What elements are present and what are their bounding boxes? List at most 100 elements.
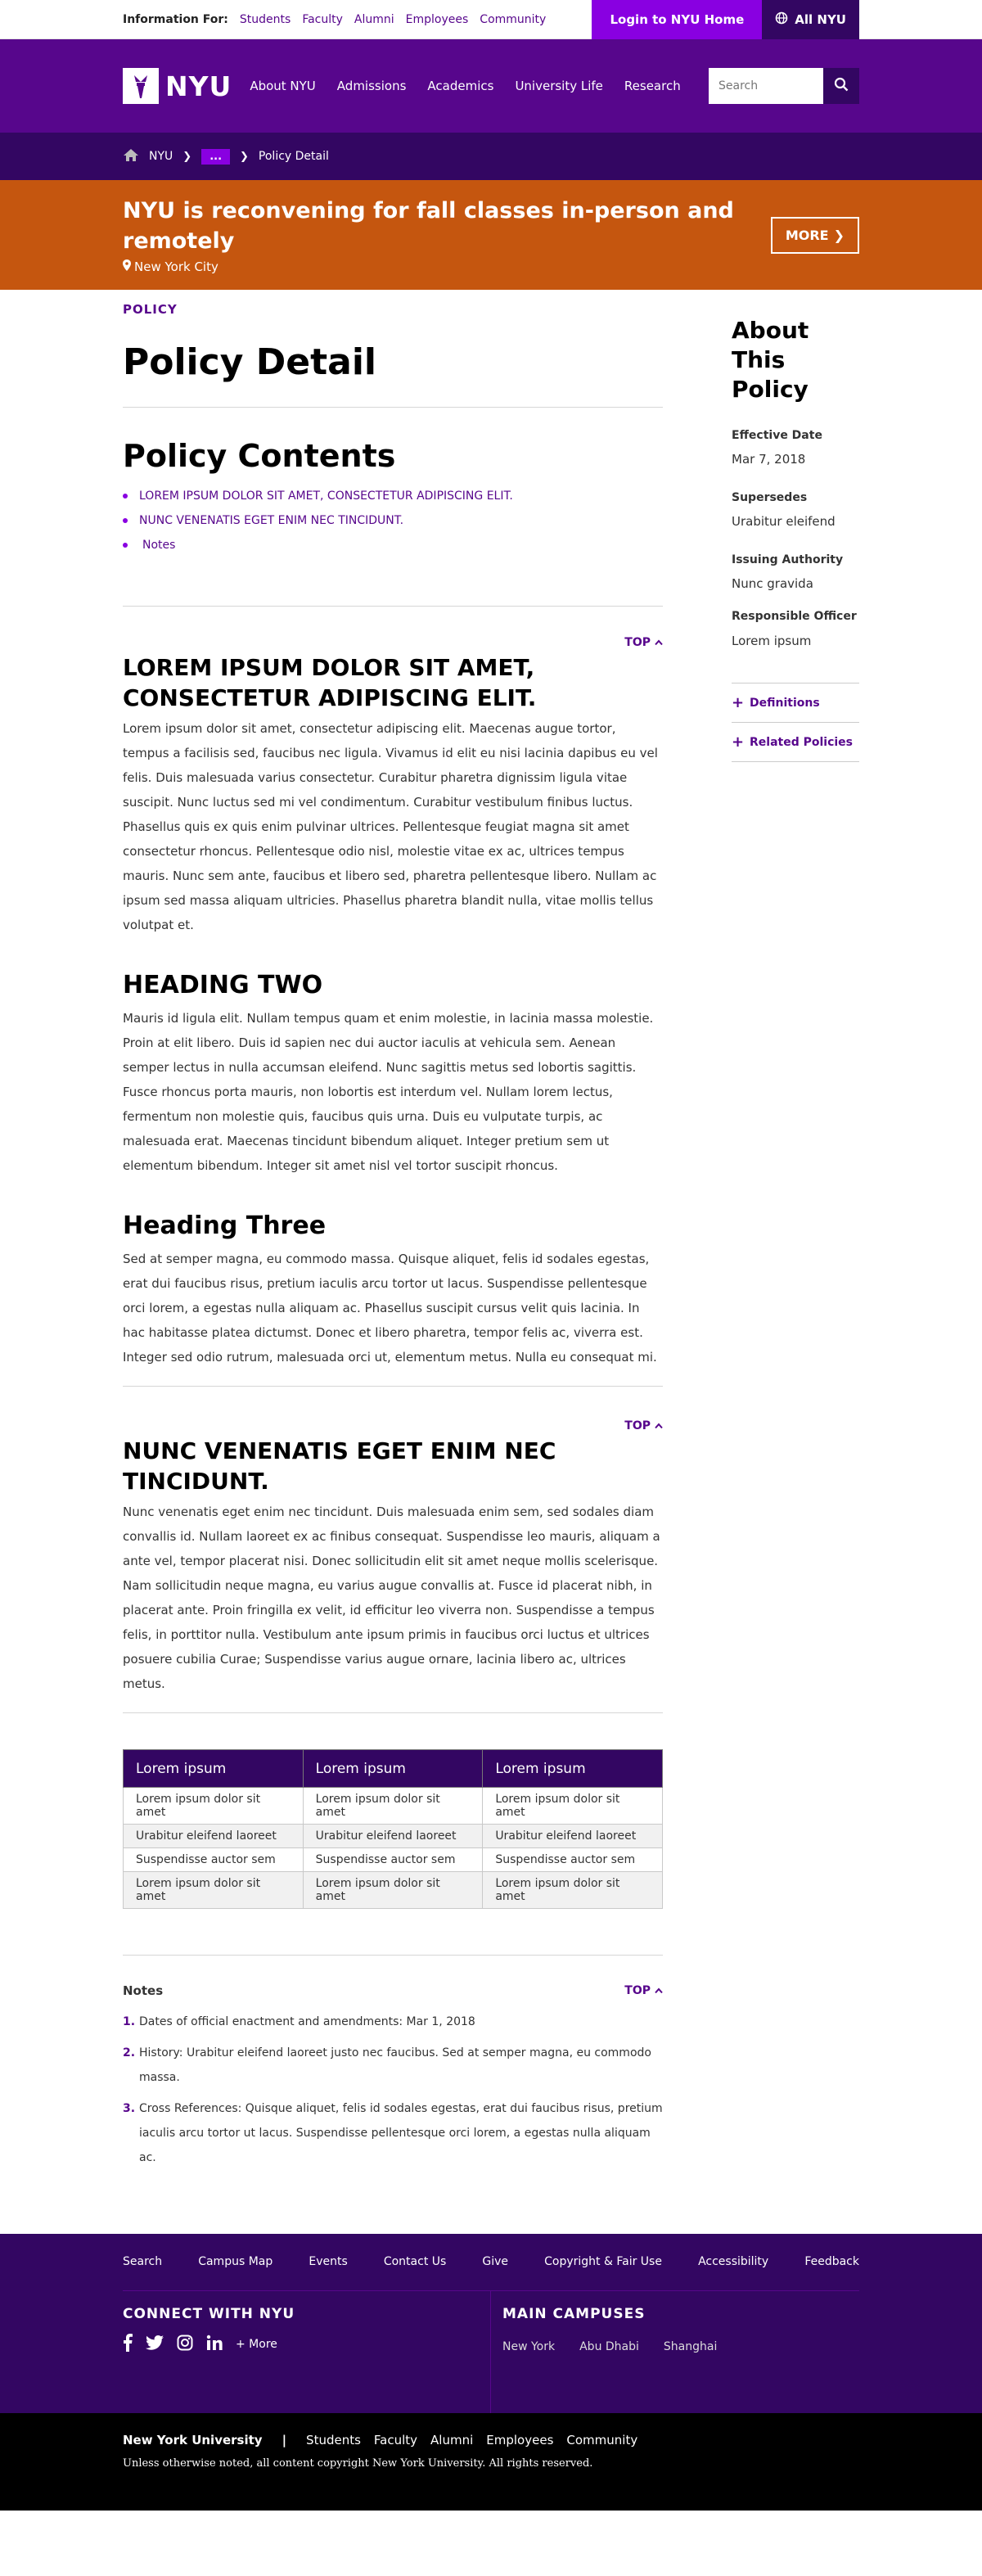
- nav-link-university-life[interactable]: University Life: [515, 79, 602, 93]
- accordion-label: Definitions: [750, 696, 820, 710]
- bottom-brand-link[interactable]: New York University: [123, 2433, 263, 2447]
- bottom-link-alumni[interactable]: Alumni: [430, 2433, 473, 2447]
- site-footer: Search Campus Map Events Contact Us Give…: [0, 2234, 982, 2413]
- top-label: TOP: [624, 1984, 651, 1997]
- back-to-top-link[interactable]: TOP: [624, 1984, 663, 1997]
- toc-item[interactable]: NUNC VENENATIS EGET ENIM NEC TINCIDUNT.: [123, 514, 663, 527]
- note-item: 1. Dates of official enactment and amendm…: [123, 2010, 663, 2034]
- accordion-label: Related Policies: [750, 735, 854, 749]
- info-link-employees[interactable]: Employees: [406, 13, 469, 26]
- effective-date-value: Mar 7, 2018: [732, 452, 806, 467]
- bullet-icon: [123, 518, 128, 523]
- nav-link-academics[interactable]: Academics: [427, 79, 493, 93]
- search-box: [709, 68, 859, 104]
- accordion-related-policies[interactable]: + Related Policies: [732, 722, 859, 761]
- accordion-definitions[interactable]: + Definitions: [732, 683, 859, 722]
- all-nyu-button[interactable]: All NYU: [762, 0, 859, 39]
- facebook-icon[interactable]: [123, 2334, 133, 2355]
- section-2-title: NUNC VENENATIS EGET ENIM NEC TINCIDUNT.: [123, 1437, 556, 1495]
- breadcrumb-home[interactable]: NYU: [149, 150, 173, 163]
- footer-link-copyright[interactable]: Copyright & Fair Use: [544, 2255, 662, 2290]
- chevron-up-icon: [655, 636, 663, 649]
- back-to-top-link[interactable]: TOP: [123, 636, 663, 649]
- breadcrumb-more-button[interactable]: ...: [201, 148, 231, 165]
- nav-link-about[interactable]: About NYU: [250, 79, 315, 93]
- main-column: POLICY Policy Detail Policy Contents LOR…: [123, 290, 663, 2177]
- toc-title: Policy Contents: [123, 438, 396, 474]
- issuing-authority-label: Issuing Authority: [732, 553, 844, 566]
- table-cell: Urabitur eleifend laoreet: [123, 1824, 304, 1848]
- footer-link-campus-map[interactable]: Campus Map: [198, 2255, 273, 2290]
- campus-links: New York Abu Dhabi Shanghai: [502, 2340, 717, 2353]
- supersedes-value: Urabitur eleifend: [732, 514, 836, 529]
- bottom-link-community[interactable]: Community: [566, 2433, 637, 2447]
- plus-icon: +: [732, 733, 745, 751]
- bottom-link-faculty[interactable]: Faculty: [374, 2433, 417, 2447]
- nyu-logo[interactable]: NYU: [123, 68, 232, 104]
- nav-link-admissions[interactable]: Admissions: [337, 79, 407, 93]
- toc-link-notes[interactable]: Notes: [139, 539, 175, 552]
- note-text: History: Urabitur eleifend laoreet justo…: [139, 2046, 651, 2084]
- toc-item[interactable]: Notes: [123, 539, 663, 552]
- torch-icon: [123, 68, 159, 104]
- footer-link-events[interactable]: Events: [309, 2255, 347, 2290]
- connect-title: CONNECT WITH NYU: [123, 2306, 295, 2322]
- table-cell: Lorem ipsum dolor sit amet: [123, 1871, 304, 1909]
- content-area: POLICY Policy Detail Policy Contents LOR…: [123, 290, 859, 2177]
- home-icon[interactable]: [123, 148, 139, 165]
- information-for: Information For: Students Faculty Alumni…: [123, 13, 546, 26]
- linkedin-icon[interactable]: [206, 2335, 223, 2354]
- note-number: 3.: [123, 2102, 136, 2115]
- campus-link-shanghai[interactable]: Shanghai: [664, 2340, 717, 2353]
- table-cell: Suspendisse auctor sem: [482, 1847, 663, 1872]
- bottom-link-students[interactable]: Students: [306, 2433, 361, 2447]
- notes-header: Notes TOP: [123, 1983, 663, 1998]
- table-cell: Lorem ipsum dolor sit amet: [302, 1787, 484, 1825]
- twitter-icon[interactable]: [146, 2335, 164, 2353]
- footer-link-contact[interactable]: Contact Us: [384, 2255, 446, 2290]
- heading-two: HEADING TWO: [123, 971, 323, 999]
- main-nav: NYU About NYU Admissions Academics Unive…: [0, 39, 982, 133]
- info-link-students[interactable]: Students: [240, 13, 291, 26]
- connect-section: CONNECT WITH NYU + More: [123, 2291, 491, 2413]
- login-nyu-home-button[interactable]: Login to NYU Home: [592, 0, 763, 39]
- chevron-up-icon: [655, 1419, 663, 1432]
- toc-link-section-2[interactable]: NUNC VENENATIS EGET ENIM NEC TINCIDUNT.: [139, 514, 403, 527]
- footer-link-accessibility[interactable]: Accessibility: [698, 2255, 768, 2290]
- campus-link-new-york[interactable]: New York: [502, 2340, 555, 2353]
- toc-item[interactable]: LOREM IPSUM DOLOR SIT AMET, CONSECTETUR …: [123, 489, 663, 503]
- alert-banner: NYU is reconvening for fall classes in-p…: [0, 180, 982, 290]
- table-cell: Suspendisse auctor sem: [123, 1847, 304, 1872]
- divider: [123, 1386, 663, 1387]
- info-link-alumni[interactable]: Alumni: [354, 13, 394, 26]
- chevron-right-icon: ❯: [833, 227, 845, 243]
- footer-link-give[interactable]: Give: [482, 2255, 508, 2290]
- footer-link-feedback[interactable]: Feedback: [804, 2255, 859, 2290]
- footer-link-search[interactable]: Search: [123, 2255, 162, 2290]
- heading-three-body: Sed at semper magna, eu commodo massa. Q…: [123, 1252, 657, 1365]
- campuses-title: MAIN CAMPUSES: [502, 2306, 646, 2322]
- instagram-icon[interactable]: [177, 2335, 193, 2354]
- alert-location: New York City: [123, 259, 745, 274]
- alert-title: NYU is reconvening for fall classes in-p…: [123, 198, 734, 254]
- top-label: TOP: [624, 636, 651, 649]
- search-input[interactable]: [709, 68, 823, 104]
- toc-link-section-1[interactable]: LOREM IPSUM DOLOR SIT AMET, CONSECTETUR …: [139, 489, 513, 503]
- divider: [123, 606, 663, 607]
- divider: [123, 1712, 663, 1713]
- table-cell: Urabitur eleifend laoreet: [482, 1824, 663, 1848]
- info-link-faculty[interactable]: Faculty: [302, 13, 343, 26]
- alert-more-label: MORE: [785, 227, 829, 243]
- table-row: Urabitur eleifend laoreet Urabitur eleif…: [123, 1824, 663, 1848]
- bottom-link-employees[interactable]: Employees: [486, 2433, 553, 2447]
- social-more-link[interactable]: + More: [236, 2338, 277, 2351]
- chevron-up-icon: [655, 1984, 663, 1997]
- search-button[interactable]: [823, 68, 859, 104]
- issuing-authority-value: Nunc gravida: [732, 576, 813, 591]
- info-link-community[interactable]: Community: [480, 13, 546, 26]
- back-to-top-link[interactable]: TOP: [123, 1419, 663, 1432]
- table-of-contents: LOREM IPSUM DOLOR SIT AMET, CONSECTETUR …: [123, 489, 663, 552]
- nav-link-research[interactable]: Research: [624, 79, 681, 93]
- alert-more-button[interactable]: MORE ❯: [770, 216, 859, 254]
- campus-link-abu-dhabi[interactable]: Abu Dhabi: [579, 2340, 639, 2353]
